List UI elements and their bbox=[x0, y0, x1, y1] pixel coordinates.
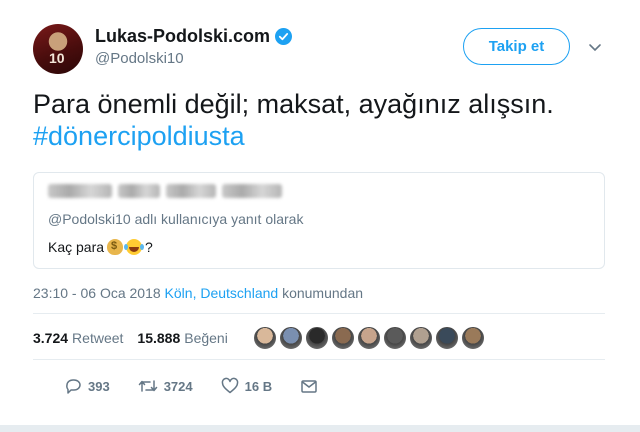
envelope-icon bbox=[301, 380, 317, 393]
liker-avatar[interactable] bbox=[279, 326, 303, 350]
avatar-jersey-number: 10 bbox=[49, 50, 65, 66]
author-handle[interactable]: @Podolski10 bbox=[95, 50, 184, 67]
tweet-actions: 393 3724 16 B bbox=[64, 377, 346, 395]
tears-of-joy-icon bbox=[124, 239, 143, 255]
quoted-tweet-text: Kaç para ? bbox=[48, 239, 153, 255]
hashtag-link[interactable]: #dönercipoldiusta bbox=[33, 120, 613, 152]
reply-to-text: @Podolski10 adlı kullanıcıya yanıt olara… bbox=[48, 211, 304, 227]
tweet-location-link[interactable]: Köln, Deutschland bbox=[165, 285, 279, 301]
author-avatar[interactable]: 10 bbox=[33, 24, 83, 74]
liker-avatar[interactable] bbox=[331, 326, 355, 350]
display-name-text[interactable]: Lukas-Podolski.com bbox=[95, 26, 270, 47]
blurred-quoted-author bbox=[48, 184, 282, 198]
tweet-text: Para önemli değil; maksat, ayağınız alış… bbox=[33, 88, 613, 152]
reply-count: 393 bbox=[88, 378, 110, 394]
retweet-icon bbox=[138, 380, 157, 392]
like-stat[interactable]: 15.888 Beğeni bbox=[137, 330, 227, 346]
like-stat-count: 15.888 bbox=[137, 330, 181, 346]
quoted-text-suffix: ? bbox=[145, 239, 153, 255]
retweet-stat-count: 3.724 bbox=[33, 330, 69, 346]
bottom-bar bbox=[0, 425, 640, 432]
liker-avatar[interactable] bbox=[435, 326, 459, 350]
liker-avatar[interactable] bbox=[383, 326, 407, 350]
author-display-name[interactable]: Lukas-Podolski.com bbox=[95, 26, 293, 47]
liker-avatars[interactable] bbox=[253, 326, 485, 350]
liker-avatar[interactable] bbox=[305, 326, 329, 350]
retweet-stat[interactable]: 3.724 Retweet bbox=[33, 330, 123, 346]
chevron-down-icon[interactable] bbox=[586, 38, 604, 56]
tweet-body: Para önemli değil; maksat, ayağınız alış… bbox=[33, 89, 554, 119]
tweet-timestamp: 23:10 - 06 Oca 2018 Köln, Deutschland ko… bbox=[33, 285, 363, 301]
retweet-button[interactable]: 3724 bbox=[138, 377, 193, 395]
liker-avatar[interactable] bbox=[461, 326, 485, 350]
like-count: 16 B bbox=[244, 378, 273, 394]
tweet-time[interactable]: 23:10 - 06 Oca 2018 bbox=[33, 285, 161, 301]
money-bag-icon bbox=[107, 239, 124, 255]
liker-avatar[interactable] bbox=[253, 326, 277, 350]
direct-message-button[interactable] bbox=[300, 377, 318, 395]
reply-icon bbox=[66, 379, 81, 394]
tweet-stats: 3.724 Retweet 15.888 Beğeni bbox=[33, 330, 228, 346]
follow-button[interactable]: Takip et bbox=[463, 28, 570, 65]
retweet-stat-label: Retweet bbox=[72, 330, 124, 346]
reply-button[interactable]: 393 bbox=[64, 377, 110, 395]
liker-avatar[interactable] bbox=[357, 326, 381, 350]
verified-badge-icon bbox=[275, 28, 293, 45]
heart-icon bbox=[221, 377, 238, 394]
divider bbox=[33, 359, 605, 360]
liker-avatar[interactable] bbox=[409, 326, 433, 350]
retweet-count: 3724 bbox=[163, 378, 193, 394]
quoted-tweet[interactable]: @Podolski10 adlı kullanıcıya yanıt olara… bbox=[33, 172, 605, 269]
location-suffix: konumundan bbox=[282, 285, 364, 301]
like-button[interactable]: 16 B bbox=[221, 377, 272, 395]
like-stat-label: Beğeni bbox=[184, 330, 228, 346]
divider bbox=[33, 313, 605, 314]
quoted-text-prefix: Kaç para bbox=[48, 239, 105, 255]
